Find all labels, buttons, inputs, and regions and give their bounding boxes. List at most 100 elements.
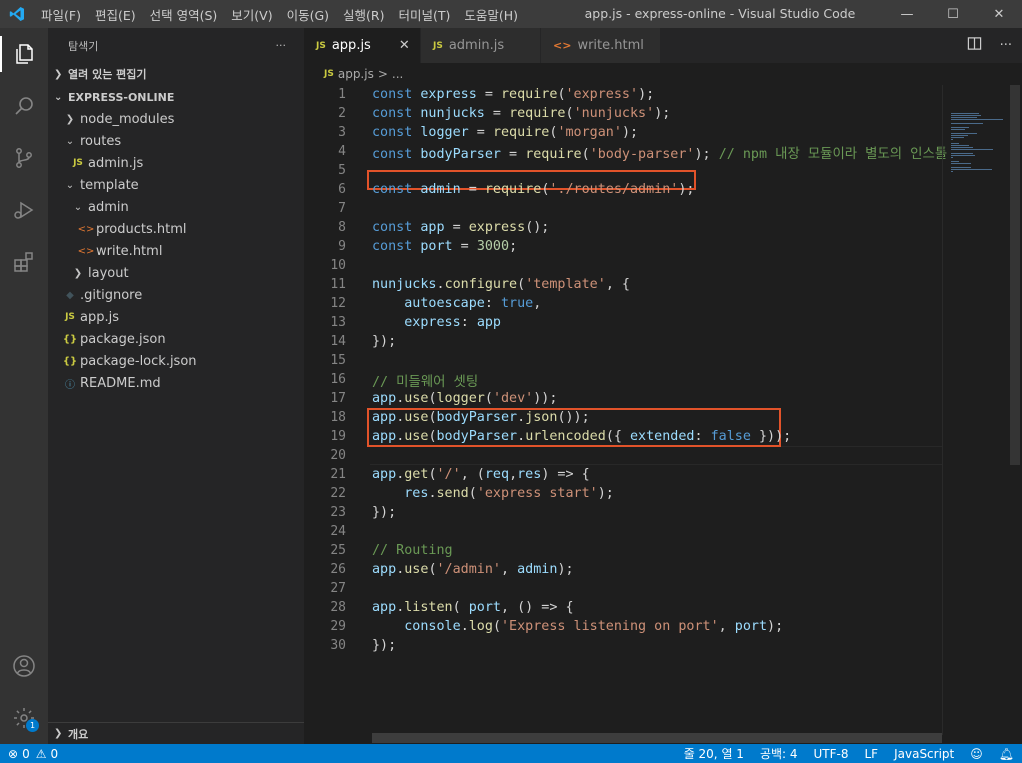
menu-file[interactable]: 파일(F) (34, 5, 88, 24)
code-line[interactable]: 28 app.listen( port, () => { (304, 598, 944, 617)
tree-item-label: products.html (96, 221, 187, 237)
code-line[interactable]: 25 // Routing (304, 541, 944, 560)
tree-item[interactable]: JS admin.js (48, 152, 304, 174)
code-line[interactable]: 16 // 미들웨어 셋팅 (304, 370, 944, 390)
code-line[interactable]: 3 const logger = require('morgan'); (304, 123, 944, 142)
tree-item[interactable]: <> write.html (48, 240, 304, 262)
menu-help[interactable]: 도움말(H) (457, 5, 525, 24)
window-controls: — ☐ ✕ (884, 0, 1022, 28)
chevron-right-icon: ❯ (73, 267, 83, 279)
tab-admin-js[interactable]: JS admin.js (421, 28, 541, 63)
tree-item[interactable]: <> products.html (48, 218, 304, 240)
code-line[interactable]: 24 (304, 522, 944, 541)
code-line[interactable]: 8 const app = express(); (304, 218, 944, 237)
minimap-line (951, 127, 969, 129)
scrollbar-thumb[interactable] (1010, 85, 1020, 465)
open-editors-section[interactable]: ❯ 열려 있는 편집기 (48, 63, 304, 85)
close-tab-icon[interactable]: ✕ (399, 38, 410, 53)
feedback-icon[interactable]: ☺ (970, 747, 983, 761)
code-line[interactable]: 14}); (304, 332, 944, 351)
more-actions-icon[interactable]: ··· (276, 39, 287, 52)
run-debug-icon[interactable] (0, 184, 48, 236)
window-title: app.js - express-online - Visual Studio … (584, 6, 856, 21)
menu-selection[interactable]: 선택 영역(S) (143, 5, 225, 24)
code-line[interactable]: 17 app.use(logger('dev')); (304, 389, 944, 408)
tree-item[interactable]: ⓘ README.md (48, 372, 304, 394)
language-mode[interactable]: JavaScript (894, 747, 954, 761)
menu-bar: 파일(F) 편집(E) 선택 영역(S) 보기(V) 이동(G) 실행(R) 터… (34, 5, 525, 24)
tree-item[interactable]: JS app.js (48, 306, 304, 328)
code-line[interactable]: 1 const express = require('express'); (304, 85, 944, 104)
code-line[interactable]: 11 nunjucks.configure('template', { (304, 275, 944, 294)
tab-app-js[interactable]: JS app.js ✕ (304, 28, 421, 63)
code-text: }); (372, 334, 397, 349)
account-icon[interactable] (0, 640, 48, 692)
bell-icon[interactable]: 🔔︎ (999, 747, 1014, 761)
outline-section[interactable]: ❯ 개요 (48, 722, 304, 744)
code-line[interactable]: 5 (304, 161, 944, 180)
minimap[interactable] (942, 85, 1008, 735)
tree-item[interactable]: ⌄ template (48, 174, 304, 196)
code-line[interactable]: 9 const port = 3000; (304, 237, 944, 256)
code-line[interactable]: 26 app.use('/admin', admin); (304, 560, 944, 579)
more-actions-icon[interactable]: ··· (1000, 38, 1012, 53)
source-control-icon[interactable] (0, 132, 48, 184)
tree-item[interactable]: ❯ node_modules (48, 108, 304, 130)
code-line[interactable]: 29 console.log('Express listening on por… (304, 617, 944, 636)
search-icon[interactable] (0, 80, 48, 132)
code-line[interactable]: 6 const admin = require('./routes/admin')… (304, 180, 944, 199)
extensions-icon[interactable] (0, 236, 48, 288)
tree-item[interactable]: {} package.json (48, 328, 304, 350)
tree-item[interactable]: ⌄ admin (48, 196, 304, 218)
code-line[interactable]: 19 app.use(bodyParser.urlencoded({ extend… (304, 427, 944, 446)
code-line[interactable]: 21 app.get('/', (req,res) => { (304, 465, 944, 484)
code-line[interactable]: 23}); (304, 503, 944, 522)
tab-write-html[interactable]: <> write.html (541, 28, 661, 63)
line-number: 1 (338, 87, 346, 102)
code-line[interactable]: 30}); (304, 636, 944, 655)
code-line[interactable]: 15 (304, 351, 944, 370)
code-line[interactable]: 4 const bodyParser = require('body-parser… (304, 142, 947, 162)
menu-run[interactable]: 실행(R) (336, 5, 391, 24)
indentation[interactable]: 공백: 4 (760, 745, 798, 762)
code-line[interactable]: 20 (304, 446, 944, 465)
breadcrumb-file[interactable]: app.js (338, 67, 374, 81)
code-line[interactable]: 18 app.use(bodyParser.json()); (304, 408, 944, 427)
line-number: 2 (338, 106, 346, 121)
code-line[interactable]: 27 (304, 579, 944, 598)
encoding[interactable]: UTF-8 (814, 747, 849, 761)
problems-indicator[interactable]: ⊗ 0 ⚠ 0 (0, 747, 58, 761)
menu-view[interactable]: 보기(V) (224, 5, 279, 24)
project-section[interactable]: ⌄ EXPRESS-ONLINE (48, 86, 304, 108)
tree-item[interactable]: ⌄ routes (48, 130, 304, 152)
breadcrumb-symbol[interactable]: ... (392, 67, 403, 81)
end-of-line[interactable]: LF (865, 747, 879, 761)
vertical-scrollbar[interactable] (1008, 85, 1022, 735)
close-window-button[interactable]: ✕ (976, 0, 1022, 28)
menu-go[interactable]: 이동(G) (280, 5, 336, 24)
horizontal-scrollbar[interactable] (372, 733, 942, 743)
gear-icon[interactable]: 1 (0, 692, 48, 744)
cursor-position[interactable]: 줄 20, 열 1 (684, 745, 744, 762)
tree-item[interactable]: ❯ layout (48, 262, 304, 284)
code-editor[interactable]: 1 const express = require('express'); 2 con… (304, 85, 1022, 735)
chevron-right-icon: ❯ (54, 68, 63, 80)
line-number: 21 (330, 467, 346, 482)
tree-item[interactable]: {} package-lock.json (48, 350, 304, 372)
code-line[interactable]: 7 (304, 199, 944, 218)
maximize-button[interactable]: ☐ (930, 0, 976, 28)
files-icon[interactable] (0, 28, 48, 80)
minimap-line (951, 153, 973, 155)
code-line[interactable]: 22 res.send('express start'); (304, 484, 944, 503)
code-line[interactable]: 10 (304, 256, 944, 275)
line-number: 3 (338, 125, 346, 140)
tree-item[interactable]: ◆ .gitignore (48, 284, 304, 306)
code-line[interactable]: 13 express: app (304, 313, 944, 332)
line-number: 26 (330, 562, 346, 577)
minimize-button[interactable]: — (884, 0, 930, 28)
menu-edit[interactable]: 편집(E) (88, 5, 143, 24)
split-editor-icon[interactable] (967, 36, 982, 55)
code-line[interactable]: 12 autoescape: true, (304, 294, 944, 313)
menu-terminal[interactable]: 터미널(T) (392, 5, 458, 24)
code-line[interactable]: 2 const nunjucks = require('nunjucks'); (304, 104, 944, 123)
